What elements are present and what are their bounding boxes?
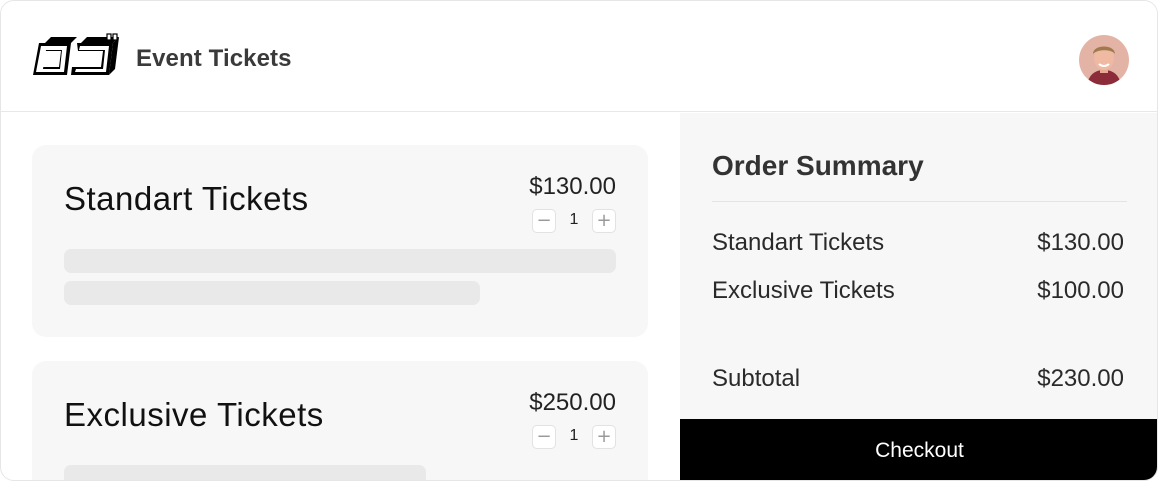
quantity-stepper: − 1 + [532,425,616,449]
plus-icon[interactable]: + [592,425,616,449]
avatar-icon [1079,35,1129,85]
order-summary-panel: Order Summary Standart Tickets $130.00 E… [680,113,1157,480]
ticket-card: Exclusive Tickets $250.00 − 1 + [32,361,648,480]
ticket-title: Exclusive Tickets [64,396,324,433]
line-item-label: Standart Tickets [712,229,885,256]
summary-title: Order Summary [712,150,924,181]
user-avatar[interactable] [1079,35,1129,85]
skeleton-line [64,281,480,305]
minus-icon[interactable]: − [532,425,556,449]
checkout-button[interactable]: Checkout [680,419,1157,480]
app-title: Event Tickets [136,45,292,72]
ticket-title: Standart Tickets [64,180,309,217]
divider [712,201,1127,202]
subtotal-label: Subtotal [712,365,801,392]
subtotal-amount: $230.00 [1037,365,1124,392]
top-bar: Event Tickets [1,1,1157,112]
line-item-amount: $130.00 [1037,229,1124,256]
minus-icon[interactable]: − [532,209,556,233]
app-window: Event Tickets Standart Tickets $130.00 −… [0,0,1158,481]
logo-icon [33,33,119,75]
quantity-value: 1 [569,211,579,228]
skeleton-line [64,249,616,273]
quantity-value: 1 [569,427,579,444]
ticket-price: $250.00 [529,389,616,416]
plus-icon[interactable]: + [592,209,616,233]
ticket-price: $130.00 [529,173,616,200]
line-item-label: Exclusive Tickets [712,277,895,304]
line-item-amount: $100.00 [1037,277,1124,304]
skeleton-line [64,465,426,480]
quantity-stepper: − 1 + [532,209,616,233]
ticket-card: Standart Tickets $130.00 − 1 + [32,145,648,337]
